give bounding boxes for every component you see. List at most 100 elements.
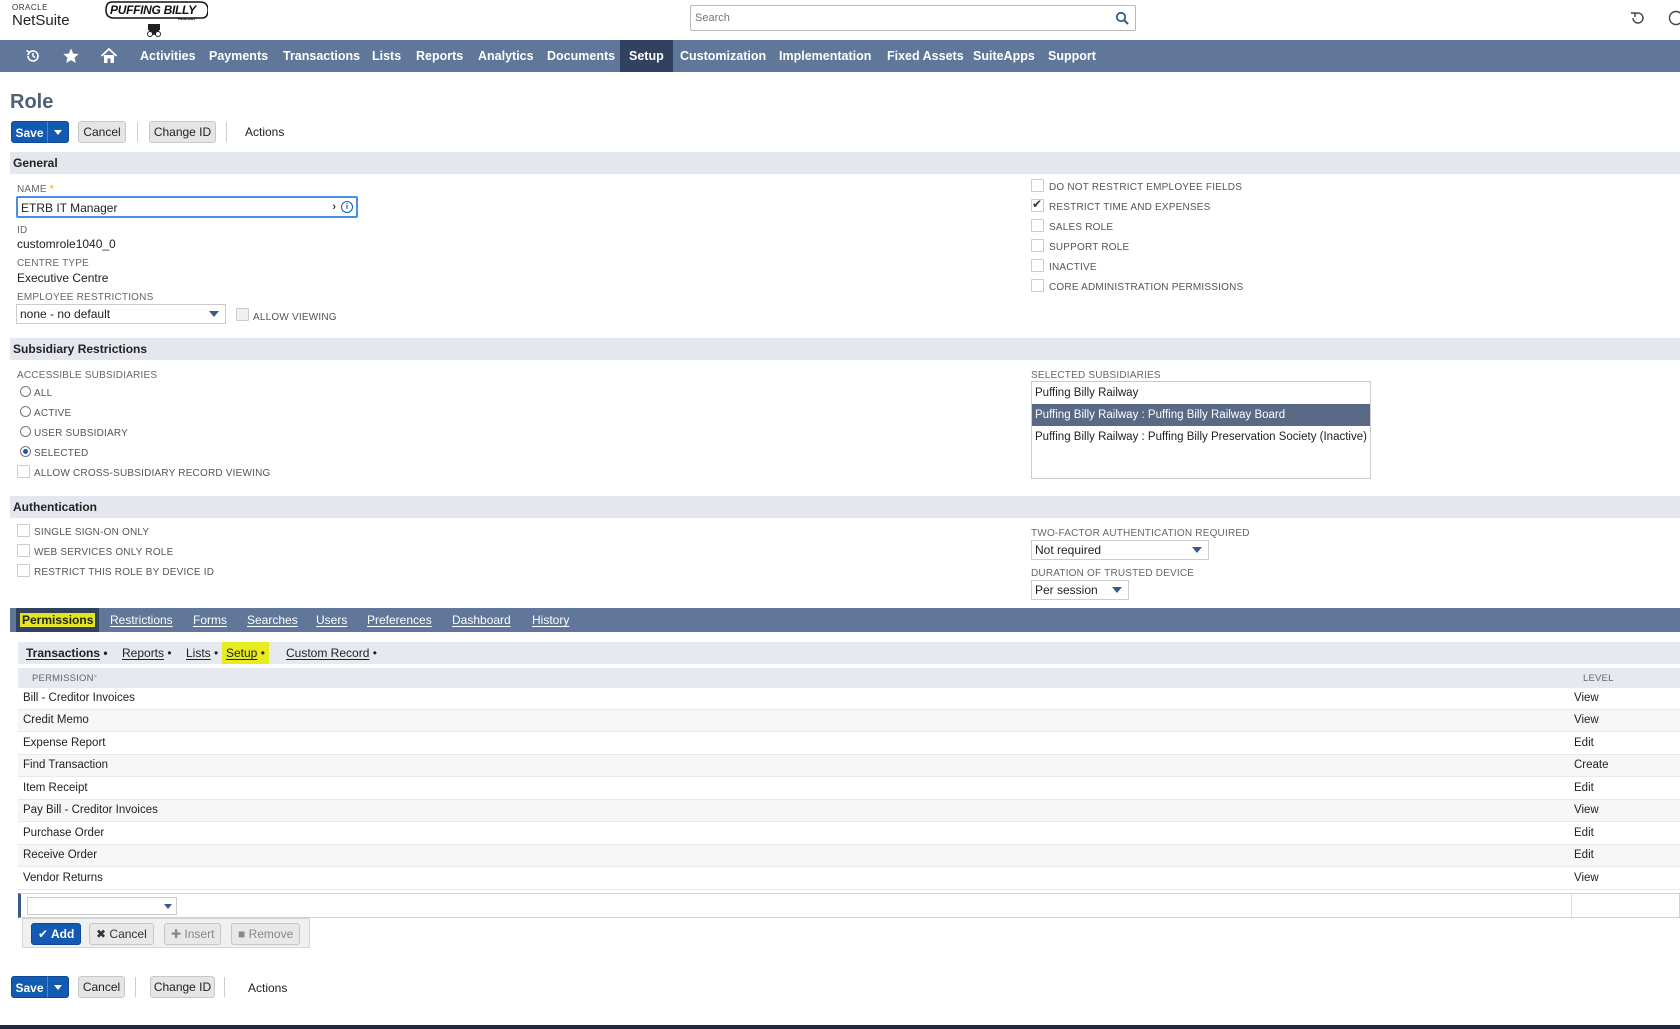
help-icon[interactable] xyxy=(1668,10,1680,26)
table-row[interactable]: Expense Report Edit xyxy=(18,733,1680,755)
save-button-bottom[interactable]: Save xyxy=(11,976,48,998)
restrict-device-id-label: RESTRICT THIS ROLE BY DEVICE ID xyxy=(34,567,215,578)
trusted-device-duration-value: Per session xyxy=(1035,583,1098,597)
tab-searches[interactable]: Searches xyxy=(243,608,302,632)
table-row[interactable]: Item Receipt Edit xyxy=(18,778,1680,800)
radio-user-subsidiary[interactable] xyxy=(20,426,31,437)
change-id-button-bottom[interactable]: Change ID xyxy=(150,976,215,998)
section-general[interactable]: General xyxy=(10,152,1680,174)
column-header-level[interactable]: LEVEL xyxy=(1583,673,1614,684)
restrict-device-id-checkbox[interactable] xyxy=(17,564,30,577)
save-options-dropdown[interactable] xyxy=(47,121,69,143)
two-factor-select[interactable]: Not required xyxy=(1031,540,1209,560)
permission-select[interactable] xyxy=(27,897,177,915)
table-row[interactable]: Receive Order Edit xyxy=(18,845,1680,867)
trusted-device-duration-select[interactable]: Per session xyxy=(1031,580,1129,600)
nav-transactions[interactable]: Transactions xyxy=(274,40,369,72)
tab-dashboard[interactable]: Dashboard xyxy=(448,608,515,632)
nav-documents[interactable]: Documents xyxy=(538,40,624,72)
tab-forms[interactable]: Forms xyxy=(189,608,231,632)
table-row[interactable]: Pay Bill - Creditor Invoices View xyxy=(18,800,1680,822)
cancel-line-button[interactable]: ✖ Cancel xyxy=(89,923,154,945)
change-id-button[interactable]: Change ID xyxy=(149,121,216,143)
inactive-checkbox[interactable] xyxy=(1031,259,1044,272)
tab-users[interactable]: Users xyxy=(312,608,351,632)
nav-fixed-assets[interactable]: Fixed Assets xyxy=(878,40,973,72)
subtab-custom-record[interactable]: Custom Record • xyxy=(286,642,377,664)
nav-customization[interactable]: Customization xyxy=(671,40,775,72)
support-role-checkbox[interactable] xyxy=(1031,239,1044,252)
save-options-dropdown-bottom[interactable] xyxy=(47,976,69,998)
employee-restrictions-select[interactable]: none - no default xyxy=(16,304,226,324)
restrict-time-and-expenses-checkbox[interactable] xyxy=(1031,197,1044,212)
list-item[interactable]: Puffing Billy Railway xyxy=(1032,382,1370,404)
name-field-value[interactable]: ETRB IT Manager xyxy=(21,201,117,215)
radio-active[interactable] xyxy=(20,406,31,417)
section-authentication[interactable]: Authentication xyxy=(10,496,1680,518)
tab-history[interactable]: History xyxy=(528,608,573,632)
recent-icon[interactable] xyxy=(24,47,42,65)
add-line-button[interactable]: ✔ Add xyxy=(31,923,82,945)
star-icon[interactable] xyxy=(62,47,80,65)
support-role-label: SUPPORT ROLE xyxy=(1049,242,1130,253)
nav-payments[interactable]: Payments xyxy=(200,40,277,72)
nav-activities[interactable]: Activities xyxy=(131,40,205,72)
nav-setup[interactable]: Setup xyxy=(620,40,673,72)
list-item[interactable]: Puffing Billy Railway : Puffing Billy Pr… xyxy=(1032,426,1370,448)
cancel-button-bottom[interactable]: Cancel xyxy=(78,976,125,998)
info-icon[interactable]: i xyxy=(341,201,353,213)
cancel-button[interactable]: Cancel xyxy=(78,121,126,143)
section-subsidiary-restrictions[interactable]: Subsidiary Restrictions xyxy=(10,338,1680,360)
remove-line-button[interactable]: ■ Remove xyxy=(231,923,301,945)
actions-menu-bottom[interactable]: Actions xyxy=(248,977,287,999)
two-factor-label: TWO-FACTOR AUTHENTICATION REQUIRED xyxy=(1031,528,1250,539)
do-not-restrict-employee-fields-checkbox[interactable] xyxy=(1031,179,1044,192)
chevron-right-icon[interactable]: › xyxy=(332,201,336,213)
allow-viewing-checkbox[interactable] xyxy=(236,308,249,321)
nav-reports[interactable]: Reports xyxy=(407,40,472,72)
nav-lists[interactable]: Lists xyxy=(363,40,410,72)
oracle-netsuite-logo[interactable]: ORACLE NetSuite xyxy=(12,4,70,29)
home-icon[interactable] xyxy=(100,47,118,65)
table-row[interactable]: Purchase Order Edit xyxy=(18,823,1680,845)
nav-suiteapps[interactable]: SuiteApps xyxy=(964,40,1044,72)
table-row[interactable]: Credit Memo View xyxy=(18,710,1680,732)
radio-all[interactable] xyxy=(20,386,31,397)
insert-line-button[interactable]: ✚ Insert xyxy=(164,923,222,945)
column-header-permission[interactable]: PERMISSION* xyxy=(32,673,98,684)
toolbar-divider xyxy=(135,977,136,997)
tab-permissions[interactable]: Permissions xyxy=(16,608,100,632)
selected-subsidiaries-list[interactable]: Puffing Billy Railway Puffing Billy Rail… xyxy=(1031,381,1371,479)
core-admin-permissions-checkbox[interactable] xyxy=(1031,279,1044,292)
nav-analytics[interactable]: Analytics xyxy=(469,40,543,72)
nav-support[interactable]: Support xyxy=(1039,40,1105,72)
employee-restrictions-value: none - no default xyxy=(20,307,111,321)
nav-implementation[interactable]: Implementation xyxy=(770,40,880,72)
radio-selected[interactable] xyxy=(20,446,31,457)
tab-preferences[interactable]: Preferences xyxy=(363,608,436,632)
table-row[interactable]: Bill - Creditor Invoices View xyxy=(18,688,1680,710)
allow-cross-subsidiary-checkbox[interactable] xyxy=(17,465,30,478)
subtab-reports[interactable]: Reports • xyxy=(122,642,172,664)
save-button[interactable]: Save xyxy=(11,121,48,143)
search-input[interactable] xyxy=(691,6,1091,30)
name-label-text: NAME xyxy=(17,184,47,195)
actions-menu[interactable]: Actions xyxy=(245,121,284,143)
table-row[interactable]: Vendor Returns View xyxy=(18,868,1680,890)
sales-role-checkbox[interactable] xyxy=(1031,219,1044,232)
list-item-selected[interactable]: Puffing Billy Railway : Puffing Billy Ra… xyxy=(1032,404,1370,426)
accessible-subsidiaries-label: ACCESSIBLE SUBSIDIARIES xyxy=(17,370,158,381)
web-services-only-checkbox[interactable] xyxy=(17,544,30,557)
subtab-lists[interactable]: Lists • xyxy=(186,642,218,664)
new-permission-row[interactable] xyxy=(18,893,1680,918)
single-sign-on-checkbox[interactable] xyxy=(17,524,30,537)
recent-records-icon[interactable] xyxy=(1630,10,1646,26)
chevron-down-icon xyxy=(1192,547,1202,553)
search-icon[interactable] xyxy=(1115,11,1129,25)
subtab-transactions[interactable]: Transactions • xyxy=(26,642,108,664)
name-field[interactable]: ETRB IT Manager › i xyxy=(16,196,358,218)
tab-restrictions[interactable]: Restrictions xyxy=(106,608,177,632)
table-row[interactable]: Find Transaction Create xyxy=(18,755,1680,777)
global-search[interactable] xyxy=(690,5,1136,31)
subtab-setup[interactable]: Setup • xyxy=(222,642,269,664)
